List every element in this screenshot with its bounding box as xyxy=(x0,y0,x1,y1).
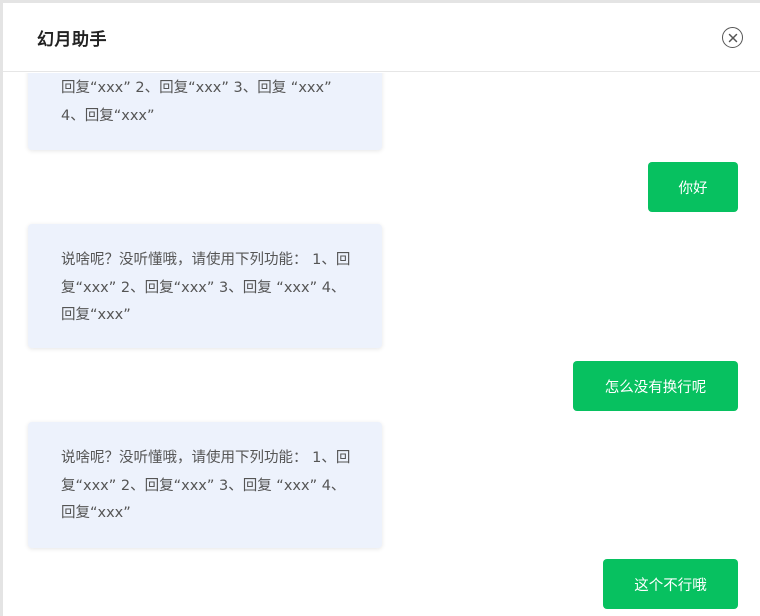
bot-message: 回复“xxx” 2、回复“xxx” 3、回复 “xxx” 4、回复“xxx” xyxy=(28,73,382,150)
user-message-text: 这个不行哦 xyxy=(634,577,707,594)
chat-title: 幻月助手 xyxy=(37,30,107,50)
user-message-text: 你好 xyxy=(678,180,708,197)
close-button[interactable] xyxy=(722,27,743,48)
user-message: 你好 xyxy=(648,162,738,212)
bot-message: 说啥呢？没听懂哦，请使用下列功能： 1、回复“xxx” 2、回复“xxx” 3、… xyxy=(28,422,382,548)
chat-header: 幻月助手 xyxy=(3,3,760,72)
bot-message: 说啥呢？没听懂哦，请使用下列功能： 1、回复“xxx” 2、回复“xxx” 3、… xyxy=(28,224,382,348)
bot-message-text: 说啥呢？没听懂哦，请使用下列功能： 1、回复“xxx” 2、回复“xxx” 3、… xyxy=(61,252,351,323)
message-list[interactable]: 回复“xxx” 2、回复“xxx” 3、回复 “xxx” 4、回复“xxx” 你… xyxy=(3,73,760,616)
close-circle-icon xyxy=(728,33,737,42)
bot-message-text: 说啥呢？没听懂哦，请使用下列功能： 1、回复“xxx” 2、回复“xxx” 3、… xyxy=(61,450,351,521)
user-message-text: 怎么没有换行呢 xyxy=(604,379,707,396)
chat-window: 幻月助手 回复“xxx” 2、回复“xxx” 3、回复 “xxx” 4、回复“x… xyxy=(0,0,760,616)
user-message: 怎么没有换行呢 xyxy=(573,361,738,411)
user-message: 这个不行哦 xyxy=(603,559,738,609)
bot-message-text: 回复“xxx” 2、回复“xxx” 3、回复 “xxx” 4、回复“xxx” xyxy=(61,80,332,124)
